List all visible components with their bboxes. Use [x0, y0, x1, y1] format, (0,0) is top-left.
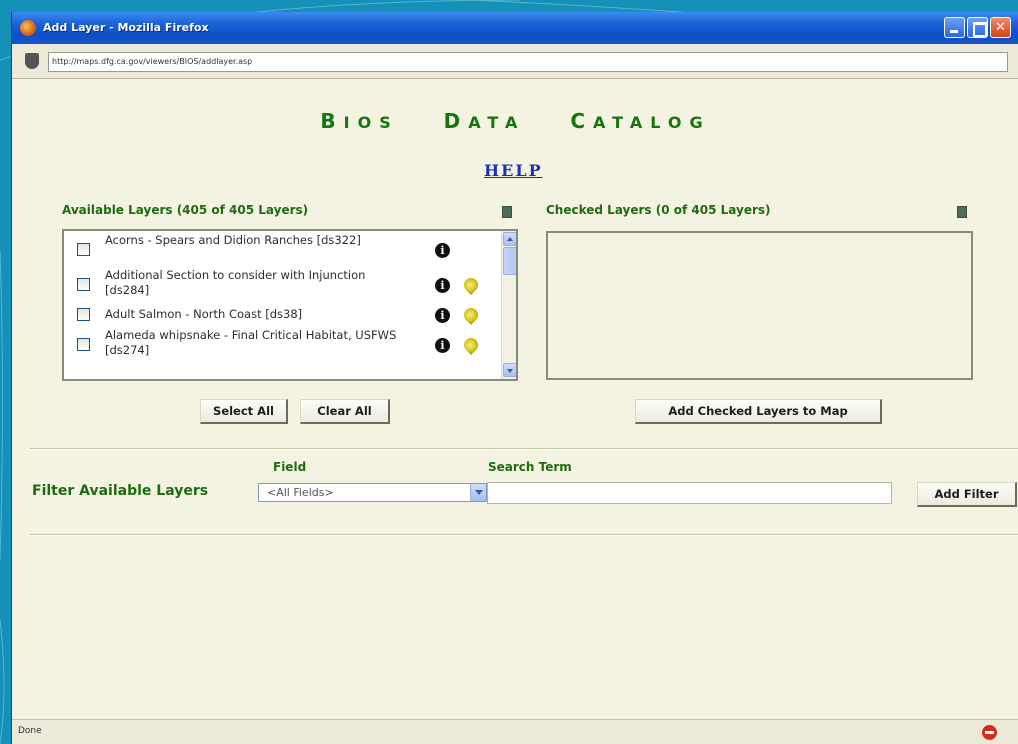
url-field[interactable]: http://maps.dfg.ca.gov/viewers/BIOS/addl… [48, 52, 1008, 72]
page-title: BIOS DATA CATALOG [12, 109, 1018, 133]
checked-layers-list[interactable] [546, 231, 973, 380]
maximize-icon [968, 18, 987, 37]
title-letter-b: B [320, 109, 344, 133]
map-pin-icon[interactable] [461, 335, 481, 355]
title-letter-d: D [443, 109, 469, 133]
field-column-label: Field [273, 460, 307, 474]
map-pin-icon[interactable] [461, 275, 481, 295]
search-term-input[interactable] [487, 482, 892, 504]
info-icon[interactable]: i [435, 278, 450, 293]
layer-row[interactable]: Alameda whipsnake - Final Critical Habit… [64, 328, 496, 363]
scroll-down-icon[interactable] [503, 363, 516, 377]
blocked-icon[interactable] [982, 725, 997, 740]
layer-checkbox[interactable] [77, 278, 90, 291]
info-icon[interactable]: i [435, 243, 450, 258]
status-text: Done [18, 726, 42, 736]
firefox-icon [20, 20, 36, 36]
layer-name: Alameda whipsnake - Final Critical Habit… [105, 328, 397, 357]
search-term-column-label: Search Term [488, 460, 572, 474]
site-identity-icon[interactable] [25, 53, 39, 69]
layer-checkbox[interactable] [77, 308, 90, 321]
divider [30, 448, 1018, 450]
checked-layers-menu-icon[interactable] [957, 206, 967, 218]
page-content: BIOS DATA CATALOG HELP Available Layers … [12, 79, 1018, 719]
browser-window: Add Layer - Mozilla Firefox ✕ http://map… [11, 12, 1018, 744]
clear-all-button[interactable]: Clear All [300, 399, 390, 424]
select-all-button[interactable]: Select All [200, 399, 288, 424]
help-link[interactable]: HELP [484, 161, 543, 180]
title-letters-ata: ATA [468, 113, 526, 132]
filter-available-layers-label: Filter Available Layers [32, 483, 209, 499]
list-scrollbar[interactable] [501, 231, 516, 379]
close-button[interactable]: ✕ [990, 17, 1011, 38]
maximize-button[interactable] [967, 17, 988, 38]
available-layers-label: Available Layers (405 of 405 Layers) [62, 203, 309, 217]
available-layers-menu-icon[interactable] [502, 206, 512, 218]
add-checked-layers-button[interactable]: Add Checked Layers to Map [635, 399, 882, 424]
layer-name: Acorns - Spears and Didion Ranches [ds32… [105, 233, 361, 247]
chevron-down-icon[interactable] [470, 484, 486, 501]
window-title: Add Layer - Mozilla Firefox [43, 21, 209, 34]
address-bar: http://maps.dfg.ca.gov/viewers/BIOS/addl… [12, 44, 1018, 79]
layer-row[interactable]: Acorns - Spears and Didion Ranches [ds32… [64, 233, 496, 268]
divider [30, 534, 1018, 536]
field-select[interactable]: <All Fields> [258, 483, 487, 502]
info-icon[interactable]: i [435, 308, 450, 323]
title-letter-c: C [570, 109, 594, 133]
field-select-value: <All Fields> [267, 486, 334, 499]
add-filter-button[interactable]: Add Filter [917, 482, 1017, 507]
close-icon: ✕ [995, 20, 1006, 35]
available-layers-list[interactable]: Acorns - Spears and Didion Ranches [ds32… [62, 229, 518, 381]
scroll-up-icon[interactable] [503, 232, 516, 246]
layer-name: Adult Salmon - North Coast [ds38] [105, 307, 303, 321]
layer-checkbox[interactable] [77, 243, 90, 256]
layer-row[interactable]: Additional Section to consider with Inju… [64, 268, 496, 303]
layer-checkbox[interactable] [77, 338, 90, 351]
minimize-icon [945, 18, 964, 37]
minimize-button[interactable] [944, 17, 965, 38]
info-icon[interactable]: i [435, 338, 450, 353]
title-letters-atalog: ATALOG [593, 113, 711, 132]
title-bar: Add Layer - Mozilla Firefox ✕ [12, 12, 1018, 44]
scroll-thumb[interactable] [503, 247, 516, 275]
status-bar: Done [12, 719, 1018, 744]
map-pin-icon[interactable] [461, 305, 481, 325]
checked-layers-label: Checked Layers (0 of 405 Layers) [546, 203, 771, 217]
layer-name: Additional Section to consider with Inju… [105, 268, 366, 297]
title-letters-ios: IOS [343, 113, 399, 132]
